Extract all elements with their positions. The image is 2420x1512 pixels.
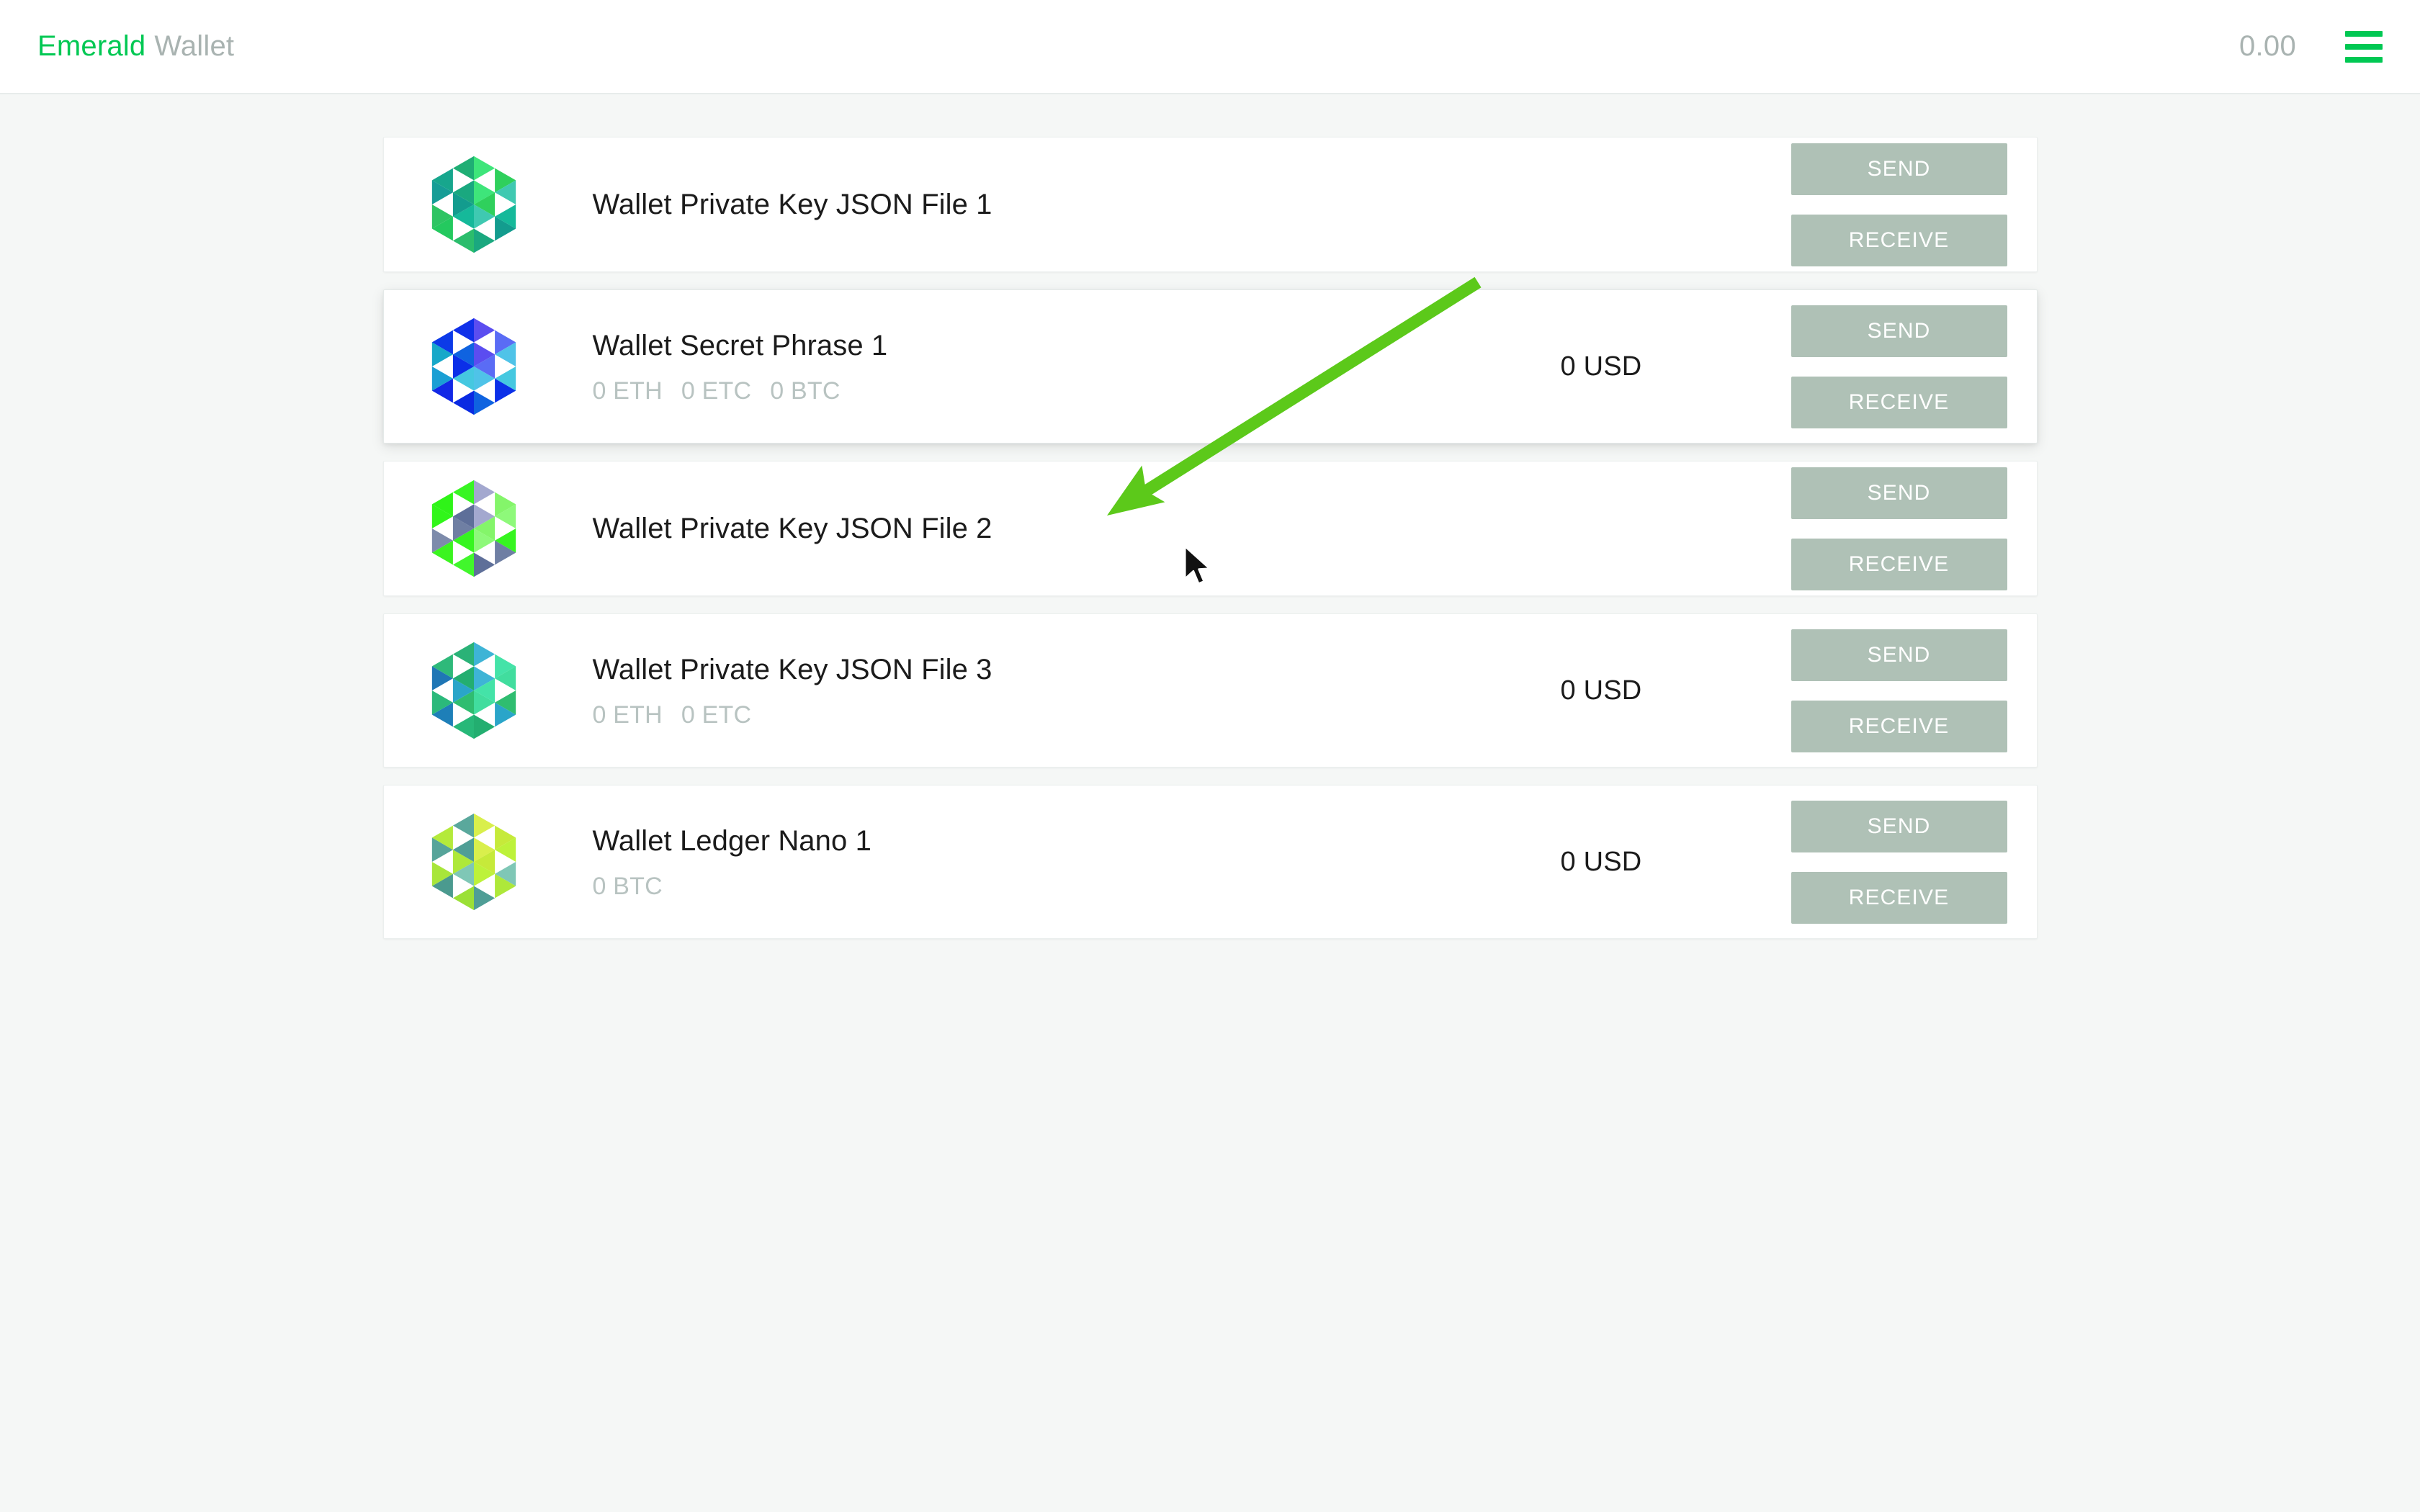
identicon-facet (473, 886, 495, 911)
app-header: Emerald Wallet 0.00 (0, 0, 2420, 94)
receive-button[interactable]: RECEIVE (1791, 538, 2007, 590)
wallet-actions: SEND RECEIVE (1791, 467, 2007, 590)
wallet-fiat-value: 0 USD (1560, 351, 1642, 382)
wallet-balance-item: 0 BTC (592, 873, 663, 900)
identicon-facet (452, 480, 474, 505)
wallet-balance-item: 0 BTC (770, 377, 841, 405)
identicon-facet (452, 228, 474, 253)
identicon-facet (452, 552, 474, 577)
app-logo[interactable]: Emerald Wallet (37, 30, 234, 63)
wallet-balances: 0 BTC (593, 873, 1561, 901)
wallet-actions: SEND RECEIVE (1791, 143, 2007, 266)
wallet-title: Wallet Private Key JSON File 1 (592, 189, 992, 220)
wallet-title: Wallet Ledger Nano 1 (592, 825, 871, 857)
identicon-facet (452, 390, 474, 415)
wallet-balance-item: 0 ETH (592, 701, 663, 729)
wallet-card-main: Wallet Ledger Nano 1 0 BTC (593, 823, 1561, 901)
identicon-facet (473, 813, 495, 838)
identicon-facet (452, 156, 474, 181)
wallet-balance-item: 0 ETC (681, 701, 752, 729)
wallet-balance-item: 0 ETC (681, 377, 752, 405)
wallet-card[interactable]: Wallet Ledger Nano 1 0 BTC 0 USD SEND RECEIV… (382, 785, 2038, 939)
wallet-card-main: Wallet Private Key JSON File 2 (593, 510, 1561, 546)
wallet-fiat-value: 0 USD (1560, 675, 1642, 706)
wallet-card[interactable]: Wallet Private Key JSON File 2 SEND RECEIV… (382, 461, 2038, 596)
wallet-card-main: Wallet Private Key JSON File 1 (593, 186, 1561, 222)
wallet-identicon-green-blue (421, 638, 526, 743)
identicon-facet (452, 886, 474, 911)
brand-name-secondary: Wallet (154, 30, 235, 62)
identicon-facet (452, 318, 474, 343)
receive-button[interactable]: RECEIVE (1791, 871, 2007, 924)
wallet-title: Wallet Secret Phrase 1 (592, 330, 888, 361)
app-root: Emerald Wallet 0.00 Wallet Private Key JS… (0, 0, 2420, 1512)
wallet-card-main: Wallet Private Key JSON File 3 0 ETH 0 ETC (593, 652, 1561, 729)
header-right-group: 0.00 (2239, 30, 2383, 63)
receive-button[interactable]: RECEIVE (1791, 376, 2007, 428)
receive-button[interactable]: RECEIVE (1791, 214, 2007, 266)
wallet-list: Wallet Private Key JSON File 1 SEND RECEIV… (0, 94, 2420, 1512)
identicon-facet (452, 714, 474, 739)
wallet-identicon-lime-slate (421, 476, 526, 581)
wallet-identicon-yellow-teal (431, 813, 516, 911)
identicon-facet (473, 390, 495, 415)
hamburger-menu-icon[interactable] (2345, 30, 2383, 63)
wallet-identicon-green-teal (431, 156, 516, 253)
identicon-facet (473, 552, 495, 577)
wallet-title: Wallet Private Key JSON File 3 (592, 654, 992, 685)
total-balance-value: 0.00 (2238, 30, 2296, 62)
send-button[interactable]: SEND (1791, 629, 2007, 681)
wallet-identicon-blue (421, 314, 526, 419)
wallet-identicon-green-teal (421, 152, 526, 257)
wallet-card[interactable]: Wallet Secret Phrase 1 0 ETH 0 ETC 0 BTC 0 U… (382, 289, 2038, 444)
send-button[interactable]: SEND (1791, 305, 2007, 357)
wallet-fiat-value: 0 USD (1560, 846, 1642, 877)
identicon-facet (473, 642, 495, 667)
wallet-actions: SEND RECEIVE (1791, 800, 2007, 924)
identicon-facet (473, 480, 495, 505)
wallet-balance-item: 0 ETH (592, 377, 663, 405)
brand-name-primary: Emerald (37, 30, 146, 62)
wallet-identicon-lime-slate (431, 480, 516, 577)
wallet-identicon-blue (431, 318, 516, 415)
wallet-title: Wallet Private Key JSON File 2 (592, 513, 992, 544)
identicon-facet (473, 714, 495, 739)
wallet-actions: SEND RECEIVE (1791, 305, 2007, 428)
wallet-card[interactable]: Wallet Private Key JSON File 1 SEND RECEIV… (382, 137, 2038, 272)
wallet-card-main: Wallet Secret Phrase 1 0 ETH 0 ETC 0 BTC (593, 328, 1561, 405)
identicon-facet (473, 318, 495, 343)
identicon-facet (473, 156, 495, 181)
menu-bar-2 (2345, 43, 2383, 50)
wallet-balances: 0 ETH 0 ETC (593, 701, 1561, 729)
wallet-balances: 0 ETH 0 ETC 0 BTC (593, 377, 1561, 405)
identicon-facet (452, 642, 474, 667)
menu-bar-3 (2345, 56, 2383, 63)
identicon-facet (452, 813, 474, 838)
receive-button[interactable]: RECEIVE (1791, 700, 2007, 752)
send-button[interactable]: SEND (1791, 143, 2007, 195)
wallet-actions: SEND RECEIVE (1791, 629, 2007, 752)
wallet-card[interactable]: Wallet Private Key JSON File 3 0 ETH 0 ETC… (382, 613, 2038, 768)
wallet-identicon-green-blue (431, 642, 516, 739)
menu-bar-1 (2345, 30, 2383, 37)
identicon-facet (473, 228, 495, 253)
send-button[interactable]: SEND (1791, 800, 2007, 852)
wallet-identicon-yellow-teal (421, 809, 526, 914)
send-button[interactable]: SEND (1791, 467, 2007, 519)
